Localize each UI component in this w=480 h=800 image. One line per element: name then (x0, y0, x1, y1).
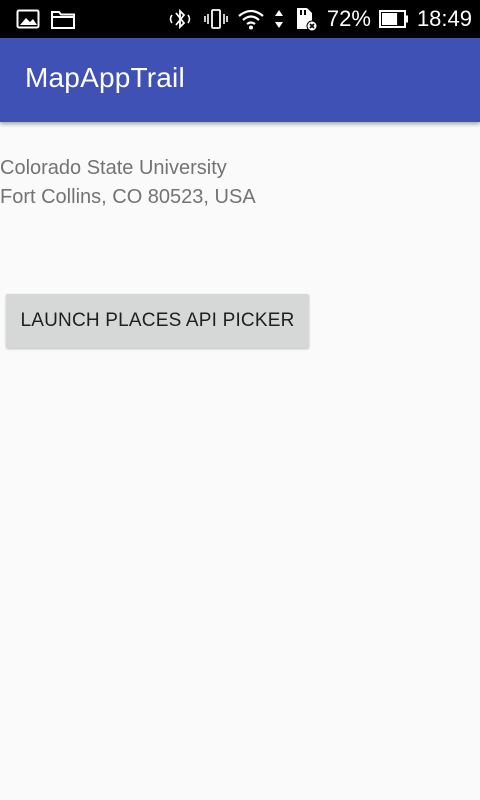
bluetooth-icon (165, 7, 195, 31)
folder-icon (50, 8, 76, 30)
app-bar: MapAppTrail (0, 38, 480, 122)
place-name: Colorado State University (0, 157, 227, 179)
vibrate-icon (203, 7, 229, 31)
app-title: MapAppTrail (25, 62, 185, 93)
system-icons: 72% 18:49 (165, 0, 472, 38)
selected-place: Colorado State University Fort Collins, … (0, 154, 256, 212)
battery-icon (378, 8, 409, 30)
clock: 18:49 (416, 6, 472, 31)
status-bar: 72% 18:49 (0, 0, 480, 38)
data-transfer-icon (273, 7, 285, 31)
wifi-icon (237, 7, 265, 31)
battery-percent: 72% (326, 6, 371, 31)
launch-places-picker-button[interactable]: LAUNCH PLACES API PICKER (6, 294, 309, 348)
notification-icons (16, 8, 76, 30)
sd-card-icon (293, 6, 319, 32)
place-address: Fort Collins, CO 80523, USA (0, 186, 256, 208)
image-icon (16, 8, 40, 30)
